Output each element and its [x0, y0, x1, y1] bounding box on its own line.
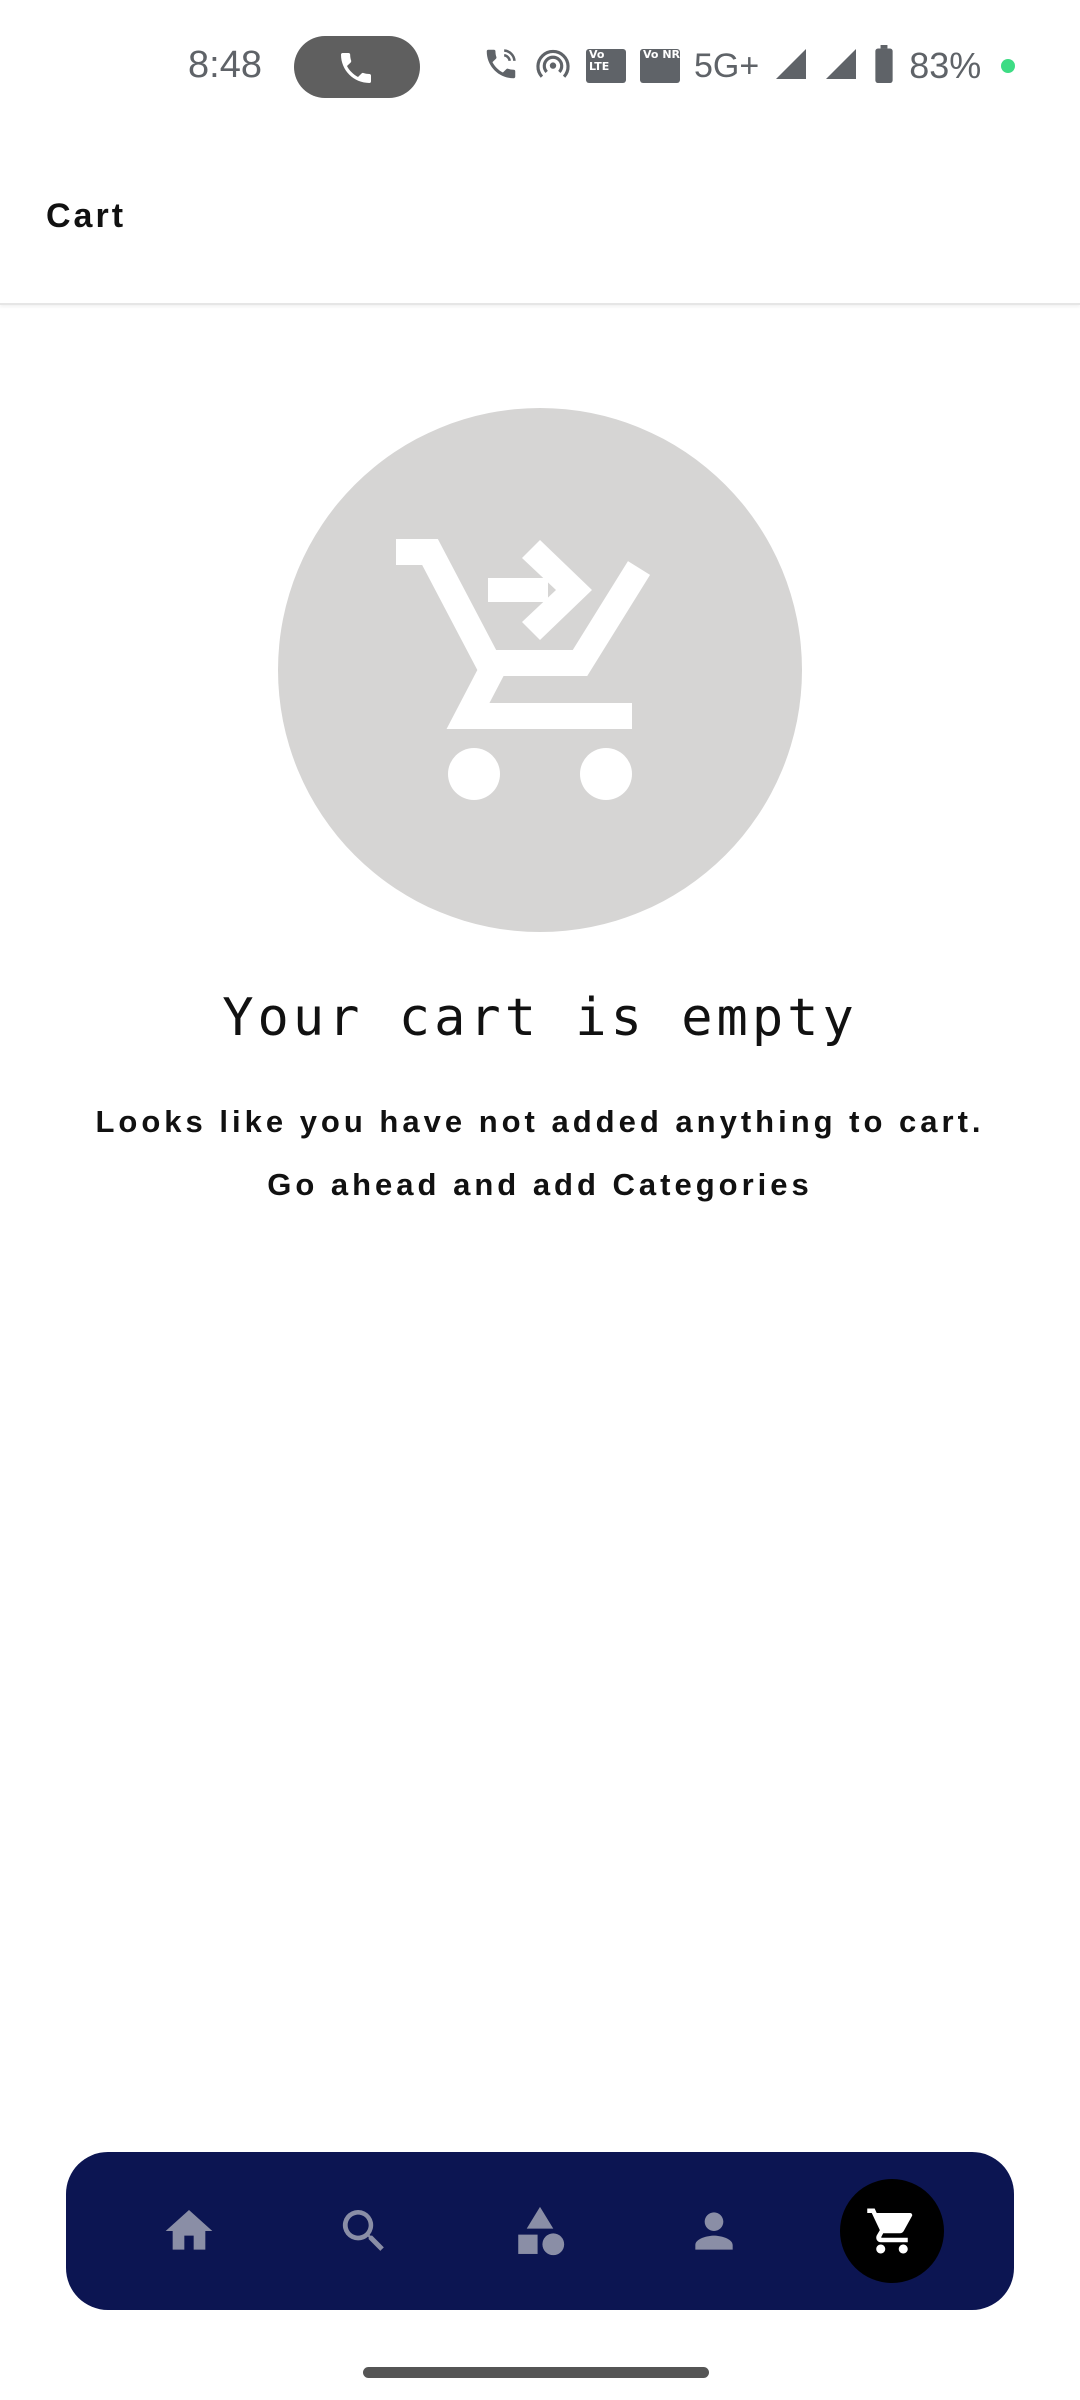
vonr-sub-label: NR: [662, 48, 680, 61]
signal-icon: [823, 46, 859, 87]
empty-cart-message-line1: Looks like you have not added anything t…: [95, 1104, 985, 1139]
search-icon: [342, 2210, 384, 2251]
network-type: 5G+: [694, 46, 760, 85]
app-header: Cart: [0, 135, 1080, 305]
volte-icon: Vo LTE: [586, 49, 626, 83]
status-icons: Vo LTE Vo NR 5G+ 83%: [482, 44, 1016, 88]
hotspot-icon: [534, 45, 572, 88]
status-time: 8:48: [188, 44, 262, 86]
wifi-calling-icon: [482, 45, 520, 88]
nav-item-cart[interactable]: [832, 2152, 952, 2310]
nav-item-search[interactable]: [304, 2152, 424, 2310]
cart-icon: [867, 2208, 913, 2254]
nav-item-categories[interactable]: [480, 2152, 600, 2310]
categories-icon: [518, 2206, 565, 2256]
ongoing-call-chip[interactable]: [294, 36, 420, 98]
active-tab-indicator: [840, 2179, 944, 2283]
vonr-top-label: Vo: [643, 48, 659, 61]
volte-sub-label: LTE: [589, 60, 610, 73]
vonr-icon: Vo NR: [640, 49, 680, 83]
cart-screen: 8:48 Vo LTE Vo NR 5G+ 83% Cart Your cart…: [0, 0, 1080, 2400]
gesture-navigation-bar[interactable]: [363, 2367, 709, 2378]
empty-cart-title: Your cart is empty: [222, 988, 858, 1048]
status-bar: 8:48 Vo LTE Vo NR 5G+ 83%: [0, 0, 1080, 135]
empty-cart-message-line2: Go ahead and add Categories: [267, 1167, 813, 1202]
nav-item-home[interactable]: [129, 2152, 249, 2310]
home-icon: [165, 2210, 213, 2250]
privacy-indicator-dot: [1001, 59, 1016, 73]
person-icon: [695, 2212, 733, 2250]
bottom-navigation: [66, 2152, 1014, 2310]
cart-arrow-icon: [396, 539, 651, 800]
signal-icon: [773, 46, 809, 87]
battery-icon: [873, 44, 895, 88]
empty-cart-illustration: [278, 408, 802, 932]
nav-item-profile[interactable]: [654, 2152, 774, 2310]
page-title: Cart: [46, 197, 127, 235]
battery-percent: 83%: [909, 45, 982, 86]
phone-icon: [341, 53, 371, 83]
